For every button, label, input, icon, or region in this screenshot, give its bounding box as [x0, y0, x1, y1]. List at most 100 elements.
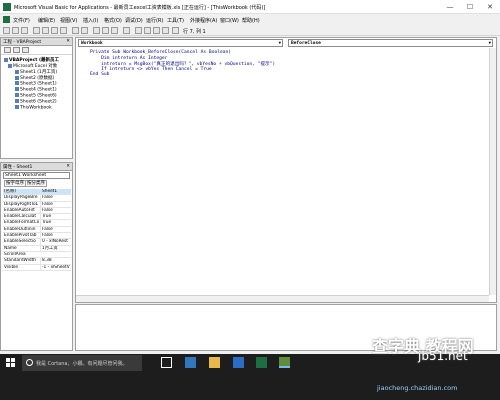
watermark-url: jiaocheng.chazidian.com [377, 384, 458, 392]
excel-icon[interactable] [3, 16, 10, 23]
property-value[interactable]: 1月工资 [40, 245, 71, 252]
property-value[interactable]: False [40, 195, 71, 202]
property-value[interactable]: 8.38 [40, 258, 71, 265]
project-explorer-icon[interactable] [135, 27, 142, 34]
tree-item-sheet6[interactable]: Sheet6 (Sheet2) [15, 99, 57, 105]
property-name: EnableFormatCo [4, 220, 39, 226]
copy-icon[interactable] [42, 27, 49, 34]
menu-window[interactable]: 窗口(W) [220, 17, 239, 24]
menu-tools[interactable]: 工具(T) [167, 17, 184, 24]
menu-help[interactable]: 帮助(H) [242, 17, 260, 24]
menu-run[interactable]: 运行(R) [146, 17, 163, 24]
project-explorer-toolbar [1, 46, 72, 55]
project-explorer: 工程 - VBAProject ✕ VBAProject (最新员工 Micro… [0, 37, 73, 159]
vertical-scrollbar[interactable] [489, 48, 496, 295]
properties-tabs: 按字母序 按分类序 [1, 180, 72, 187]
chevron-down-icon: ▼ [488, 40, 491, 45]
object-combo[interactable]: Workbook ▼ [78, 39, 283, 47]
properties-icon[interactable] [144, 27, 151, 34]
task-view-icon[interactable] [161, 357, 172, 368]
toolbox-icon[interactable] [162, 27, 169, 34]
windows-start-icon[interactable] [6, 358, 16, 368]
excel-taskbar-icon[interactable] [256, 357, 267, 368]
menu-debug[interactable]: 调试(D) [125, 17, 143, 24]
properties-close[interactable]: ✕ [66, 164, 70, 169]
tree-item-label: Sheet3 (Sheet1) [20, 81, 57, 87]
horizontal-scrollbar[interactable] [76, 295, 489, 302]
tree-item-thisworkbook[interactable]: ThisWorkbook [15, 105, 52, 111]
view-excel-icon[interactable] [3, 27, 10, 34]
insert-module-icon[interactable] [12, 27, 19, 34]
break-icon[interactable] [102, 27, 109, 34]
property-value[interactable]: False [40, 233, 71, 240]
property-name: ScrollArea [4, 251, 26, 257]
property-value[interactable]: False [40, 201, 71, 208]
watermark-site: jb51.net [418, 349, 468, 363]
workbook-icon [15, 105, 19, 109]
tree-item-sheet4[interactable]: Sheet4 (Sheet1) [15, 87, 57, 93]
menu-file[interactable]: 文件(F) [13, 17, 30, 24]
edge-browser-icon[interactable] [185, 357, 196, 368]
tree-item-sheet5[interactable]: Sheet5 (Sheet6) [15, 93, 57, 99]
property-value[interactable]: True [40, 214, 71, 221]
minimize-button[interactable]: — [440, 0, 460, 14]
menu-view[interactable]: 视图(V) [60, 17, 77, 24]
undo-icon[interactable] [72, 27, 79, 34]
menu-addins[interactable]: 外接程序(A) [190, 17, 217, 24]
property-name: EnablePivotTab [4, 233, 37, 239]
property-value[interactable]: -1 - xlSheetV [40, 264, 71, 271]
find-icon[interactable] [60, 27, 67, 34]
run-icon[interactable] [93, 27, 100, 34]
sheet-icon [15, 93, 19, 97]
properties-window: 属性 - Sheet1 ✕ Sheet1 Worksheet 按字母序 按分类序… [0, 162, 73, 351]
tree-item-label: Sheet4 (Sheet1) [20, 87, 57, 93]
help-icon[interactable] [172, 27, 179, 34]
project-explorer-title: 工程 - VBAProject ✕ [1, 38, 72, 46]
property-value[interactable]: False [40, 207, 71, 214]
reset-icon[interactable] [111, 27, 118, 34]
project-explorer-title-text: 工程 - VBAProject [3, 40, 42, 45]
code-editor[interactable]: Private Sub Workbook_BeforeClose(Cancel … [76, 48, 489, 295]
design-mode-icon[interactable] [123, 27, 130, 34]
property-value[interactable]: Sheet1 [40, 189, 71, 195]
cortana-search[interactable]: 我是 Cortana，小娜。有问题尽管问我。 [22, 355, 142, 371]
menu-format[interactable]: 格式(O) [104, 17, 122, 24]
code-line: End Sub [90, 72, 110, 77]
window-title: Microsoft Visual Basic for Applications … [14, 5, 266, 11]
view-code-icon[interactable] [4, 47, 11, 53]
project-explorer-close[interactable]: ✕ [66, 39, 70, 44]
menu-bar: 文件(F) 编辑(E) 视图(V) 插入(I) 格式(O) 调试(D) 运行(R… [0, 14, 500, 25]
tab-alphabetic[interactable]: 按字母序 [4, 180, 26, 187]
paste-icon[interactable] [51, 27, 58, 34]
object-browser-icon[interactable] [153, 27, 160, 34]
cursor-position: 行 7, 列 1 [183, 29, 206, 35]
object-select-value: Sheet1 Worksheet [5, 173, 47, 178]
store-icon[interactable] [233, 357, 244, 368]
property-grid: (名称) Sheet1 DisplayPageBre False DisplayRigh… [3, 189, 71, 271]
property-value[interactable]: False [40, 226, 71, 233]
toggle-folders-icon[interactable] [22, 47, 29, 53]
property-value[interactable]: True [40, 220, 71, 227]
property-name: EnableOutlinin [4, 226, 36, 232]
cortana-search-text: 我是 Cortana，小娜。有问题尽管问我。 [36, 361, 128, 367]
menu-edit[interactable]: 编辑(E) [38, 17, 55, 24]
maximize-button[interactable]: ☐ [460, 0, 480, 14]
procedure-combo[interactable]: BeforeClose ▼ [288, 39, 493, 47]
property-value[interactable]: 0 - xlNoRest [40, 239, 71, 246]
code-window: Workbook ▼ BeforeClose ▼ Private Sub Wor… [75, 37, 497, 303]
vba-app-icon [3, 3, 11, 11]
redo-icon[interactable] [81, 27, 88, 34]
object-combo-value: Workbook [81, 41, 103, 46]
vba-editor-taskbar-icon[interactable] [279, 357, 290, 368]
file-explorer-icon[interactable] [209, 357, 220, 368]
menu-insert[interactable]: 插入(I) [83, 17, 98, 24]
cut-icon[interactable] [33, 27, 40, 34]
tab-categorized[interactable]: 按分类序 [25, 180, 47, 187]
object-select[interactable]: Sheet1 Worksheet [3, 172, 70, 179]
property-row[interactable]: Visible -1 - xlSheetV [3, 264, 71, 271]
project-icon [4, 57, 8, 62]
view-object-icon[interactable] [13, 47, 20, 53]
close-button[interactable]: ✕ [480, 0, 500, 14]
save-icon[interactable] [21, 27, 28, 34]
tree-item-sheet3[interactable]: Sheet3 (Sheet1) [15, 81, 57, 87]
